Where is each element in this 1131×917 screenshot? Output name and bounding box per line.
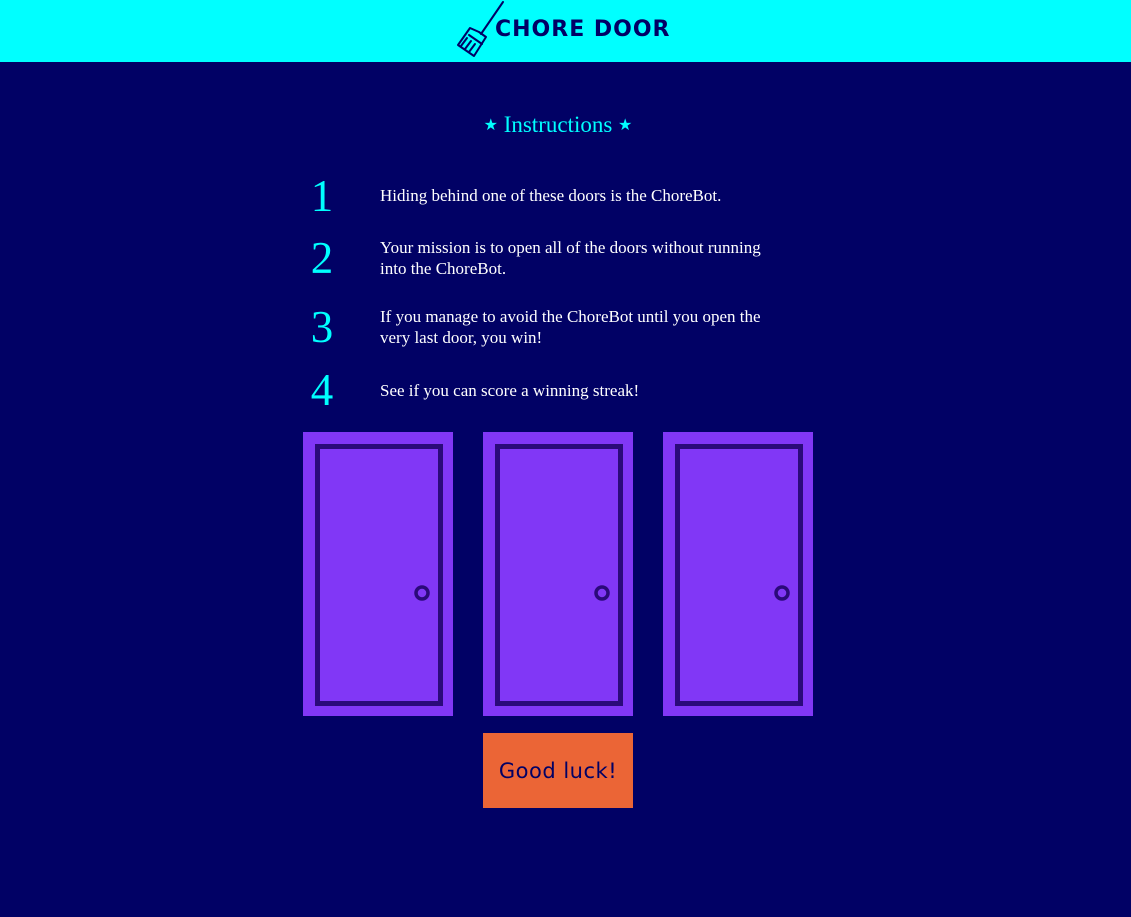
step-text-4: See if you can score a winning streak! [380, 381, 640, 400]
instructions-heading: ★ Instructions ★ [0, 112, 1116, 138]
step-text-1: Hiding behind one of these doors is the … [380, 186, 722, 205]
app-title: CHORE DOOR [495, 17, 671, 42]
closed-door-icon [315, 444, 443, 706]
good-luck-button[interactable]: Good luck! [483, 733, 633, 808]
star-icon: ★ [483, 117, 498, 134]
instructions-title: Instructions [503, 112, 613, 137]
closed-door-icon [675, 444, 803, 706]
step-text-2: Your mission is to open all of the doors… [380, 238, 761, 278]
closed-door-icon [495, 444, 623, 706]
step-number-2: 2 [310, 233, 334, 283]
step-number-1: 1 [310, 171, 334, 221]
step-number-3: 3 [310, 302, 334, 352]
star-icon: ★ [618, 117, 633, 134]
step-number-4: 4 [310, 365, 334, 415]
door-2[interactable] [483, 432, 633, 716]
header-bar: CHORE DOOR [0, 0, 1131, 62]
door-3[interactable] [663, 432, 813, 716]
step-text-3: If you manage to avoid the ChoreBot unti… [380, 307, 761, 347]
door-1[interactable] [303, 432, 453, 716]
